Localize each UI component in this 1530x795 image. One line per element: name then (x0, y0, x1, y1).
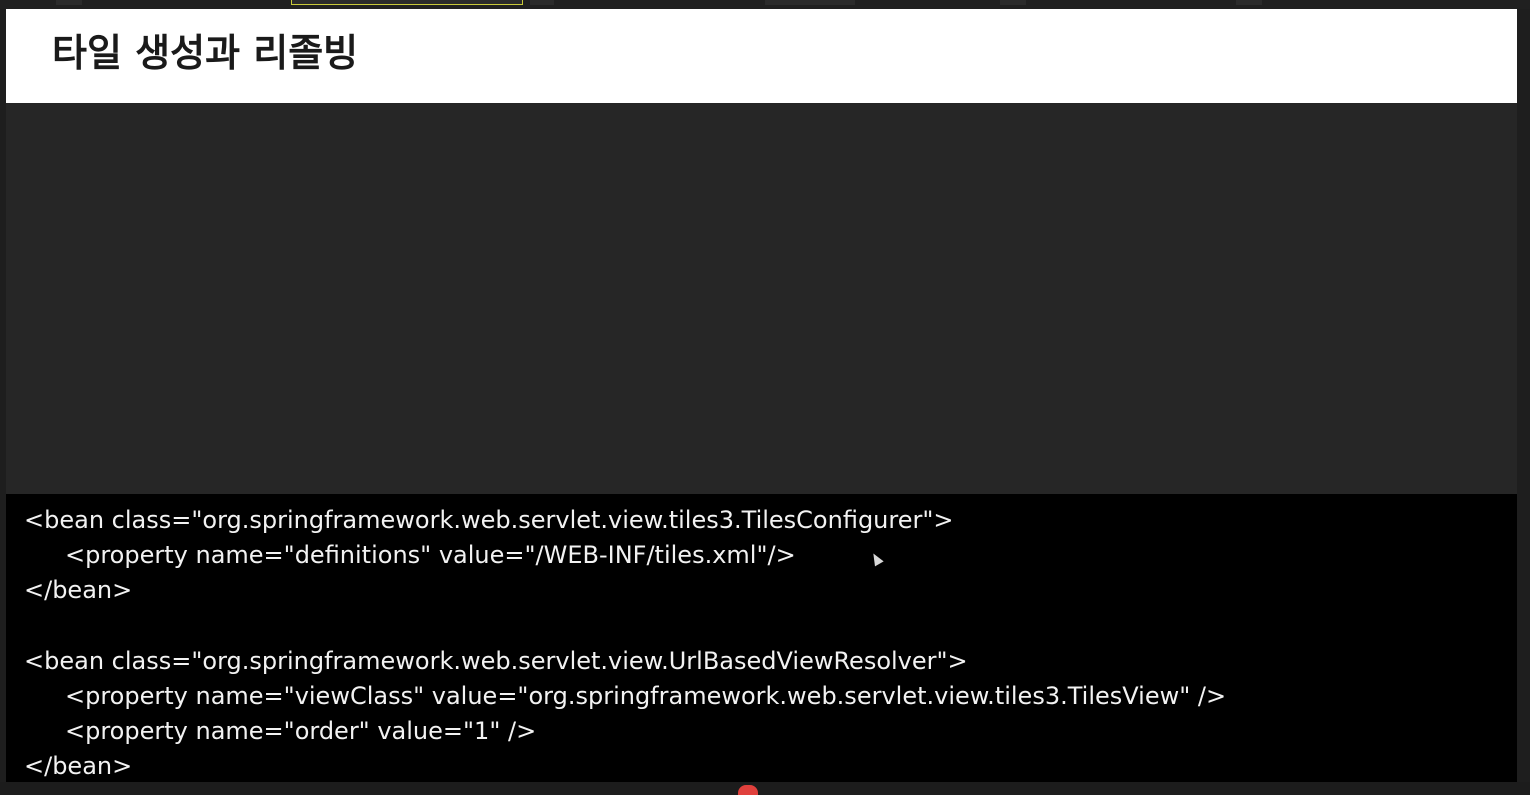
toolbar-tab[interactable] (530, 0, 554, 5)
code-block: <bean class="org.springframework.web.ser… (6, 494, 1517, 782)
toolbar-tab[interactable] (1236, 0, 1262, 5)
bottom-taskbar-strip (0, 782, 1530, 790)
slide-title: 타일 생성과 리졸빙 (52, 31, 359, 75)
code-line: <bean class="org.springframework.web.ser… (24, 647, 968, 675)
code-line: <property name="order" value="1" /> (65, 717, 537, 745)
toolbar-tab[interactable] (56, 0, 82, 5)
presentation-slide: 타일 생성과 리졸빙 <bean class="org.springframew… (6, 9, 1517, 782)
toolbar-tab-active[interactable] (291, 0, 523, 5)
code-line: </bean> (24, 576, 133, 604)
slide-title-bar: 타일 생성과 리졸빙 (6, 9, 1517, 103)
code-line: <property name="definitions" value="/WEB… (65, 541, 796, 569)
toolbar-tab[interactable] (1000, 0, 1026, 5)
code-line: <bean class="org.springframework.web.ser… (24, 506, 954, 534)
toolbar-tab[interactable] (765, 0, 855, 5)
record-indicator-icon[interactable] (738, 785, 758, 795)
code-line: <property name="viewClass" value="org.sp… (65, 682, 1227, 710)
code-line: </bean> (24, 752, 133, 780)
top-toolbar-strip (0, 0, 1530, 9)
